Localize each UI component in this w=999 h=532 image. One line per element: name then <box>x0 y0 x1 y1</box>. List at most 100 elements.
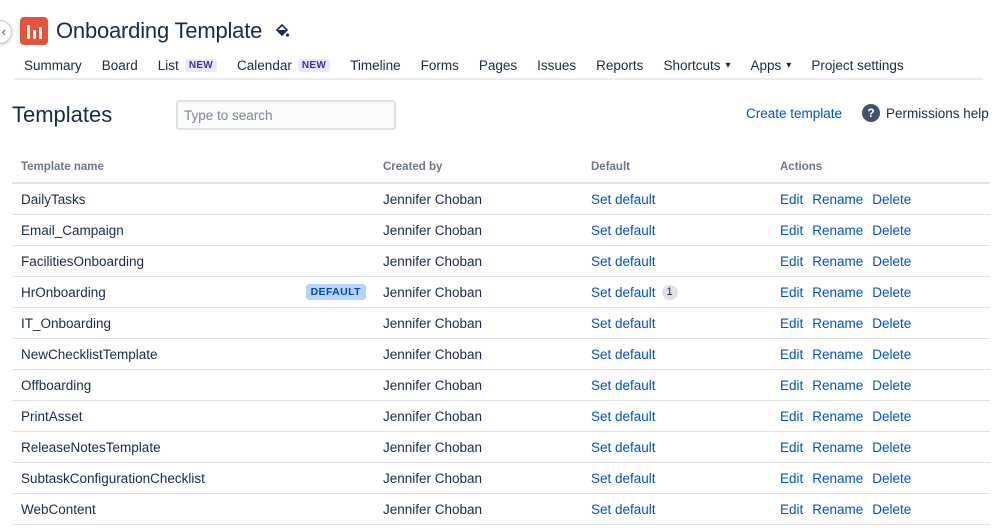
rename-button[interactable]: Rename <box>812 192 863 207</box>
rename-button[interactable]: Rename <box>812 502 863 517</box>
created-by-cell: Jennifer Choban <box>383 222 483 238</box>
delete-button[interactable]: Delete <box>872 502 911 517</box>
create-template-button[interactable]: Create template <box>746 106 842 121</box>
default-badge: DEFAULT <box>305 284 366 300</box>
rename-button[interactable]: Rename <box>812 440 863 455</box>
set-default-button[interactable]: Set default <box>591 502 656 517</box>
tab-shortcuts[interactable]: Shortcuts ▾ <box>653 50 740 75</box>
rename-button[interactable]: Rename <box>812 471 863 486</box>
actions-cell: Edit Rename Delete <box>771 285 990 300</box>
tab-board[interactable]: Board <box>92 50 148 75</box>
rename-button[interactable]: Rename <box>812 378 863 393</box>
tab-label: Calendar <box>237 57 292 73</box>
rename-button[interactable]: Rename <box>812 316 863 331</box>
set-default-button[interactable]: Set default <box>591 223 656 238</box>
tab-timeline[interactable]: Timeline <box>340 50 411 75</box>
delete-button[interactable]: Delete <box>872 223 911 238</box>
templates-table: Template name Created by Default Actions… <box>12 152 990 525</box>
table-body: DailyTasks Jennifer Choban Set default Edit… <box>12 184 990 525</box>
sidebar-collapse-button[interactable]: ‹ <box>0 20 12 44</box>
actions-cell: Edit Rename Delete <box>771 409 990 424</box>
tab-pages[interactable]: Pages <box>469 50 527 75</box>
tab-label: Forms <box>420 57 459 73</box>
delete-button[interactable]: Delete <box>872 440 911 455</box>
new-badge: NEW <box>297 58 331 72</box>
tab-apps[interactable]: Apps ▾ <box>741 50 802 75</box>
template-name-cell: SubtaskConfigurationChecklist <box>12 471 374 486</box>
default-cell: Set default <box>582 378 771 393</box>
search-input[interactable] <box>176 100 396 130</box>
edit-button[interactable]: Edit <box>780 254 803 269</box>
table-row: Email_Campaign Jennifer Choban Set default… <box>12 215 990 246</box>
table-row: DailyTasks Jennifer Choban Set default Edit… <box>12 184 990 215</box>
template-name-cell: ReleaseNotesTemplate <box>12 440 374 455</box>
delete-button[interactable]: Delete <box>872 471 911 486</box>
column-header-created-by[interactable]: Created by <box>374 161 582 173</box>
set-default-button[interactable]: Set default <box>591 254 656 269</box>
set-default-button[interactable]: Set default <box>591 378 656 393</box>
delete-button[interactable]: Delete <box>872 409 911 424</box>
template-name: DailyTasks <box>21 191 86 207</box>
set-default-button[interactable]: Set default <box>591 347 656 362</box>
edit-button[interactable]: Edit <box>780 285 803 300</box>
tab-project-settings[interactable]: Project settings <box>801 50 913 75</box>
set-default-button[interactable]: Set default <box>591 440 656 455</box>
set-default-button[interactable]: Set default <box>591 409 656 424</box>
delete-button[interactable]: Delete <box>872 285 911 300</box>
set-default-button[interactable]: Set default <box>591 471 656 486</box>
template-name: NewChecklistTemplate <box>21 346 158 362</box>
edit-button[interactable]: Edit <box>780 378 803 393</box>
rename-button[interactable]: Rename <box>812 347 863 362</box>
project-avatar[interactable] <box>20 17 48 45</box>
default-cell: Set default <box>582 471 771 486</box>
template-name: Offboarding <box>21 377 92 393</box>
edit-button[interactable]: Edit <box>780 440 803 455</box>
table-row: ReleaseNotesTemplate Jennifer Choban Set d… <box>12 432 990 463</box>
table-row: WebContent Jennifer Choban Set default Edit… <box>12 494 990 525</box>
column-header-default: Default <box>591 161 630 173</box>
edit-button[interactable]: Edit <box>780 502 803 517</box>
created-by-cell: Jennifer Choban <box>383 408 483 424</box>
created-by-cell: Jennifer Choban <box>383 315 483 331</box>
project-header: Onboarding Template <box>20 16 290 46</box>
tab-summary[interactable]: Summary <box>14 50 92 75</box>
new-badge: NEW <box>184 58 218 72</box>
template-name-cell: WebContent <box>12 502 374 517</box>
paint-bucket-icon[interactable] <box>274 23 290 39</box>
actions-cell: Edit Rename Delete <box>771 378 990 393</box>
edit-button[interactable]: Edit <box>780 347 803 362</box>
tab-calendar[interactable]: Calendar NEW <box>227 50 340 75</box>
edit-button[interactable]: Edit <box>780 223 803 238</box>
rename-button[interactable]: Rename <box>812 285 863 300</box>
set-default-button[interactable]: Set default <box>591 316 656 331</box>
set-default-button[interactable]: Set default <box>591 285 656 300</box>
tab-forms[interactable]: Forms <box>411 50 469 75</box>
default-cell: Set default <box>582 502 771 517</box>
edit-button[interactable]: Edit <box>780 471 803 486</box>
rename-button[interactable]: Rename <box>812 223 863 238</box>
delete-button[interactable]: Delete <box>872 316 911 331</box>
tab-reports[interactable]: Reports <box>586 50 653 75</box>
column-header-name[interactable]: Template name <box>12 161 374 173</box>
template-name: HrOnboarding <box>21 284 106 300</box>
delete-button[interactable]: Delete <box>872 254 911 269</box>
table-row: SubtaskConfigurationChecklist Jennifer Ch… <box>12 463 990 494</box>
permissions-help-label: Permissions help <box>886 105 989 121</box>
template-name: WebContent <box>21 501 96 517</box>
delete-button[interactable]: Delete <box>872 192 911 207</box>
default-cell: Set default <box>582 409 771 424</box>
template-name-cell: HrOnboarding DEFAULT <box>12 284 374 300</box>
edit-button[interactable]: Edit <box>780 192 803 207</box>
delete-button[interactable]: Delete <box>872 347 911 362</box>
delete-button[interactable]: Delete <box>872 378 911 393</box>
rename-button[interactable]: Rename <box>812 254 863 269</box>
edit-button[interactable]: Edit <box>780 316 803 331</box>
permissions-help-link[interactable]: ? Permissions help <box>862 104 989 122</box>
tab-issues[interactable]: Issues <box>527 50 586 75</box>
chevron-down-icon: ▾ <box>725 59 731 71</box>
tab-list[interactable]: List NEW <box>148 50 227 75</box>
tab-label: Shortcuts <box>663 57 721 73</box>
set-default-button[interactable]: Set default <box>591 192 656 207</box>
rename-button[interactable]: Rename <box>812 409 863 424</box>
edit-button[interactable]: Edit <box>780 409 803 424</box>
